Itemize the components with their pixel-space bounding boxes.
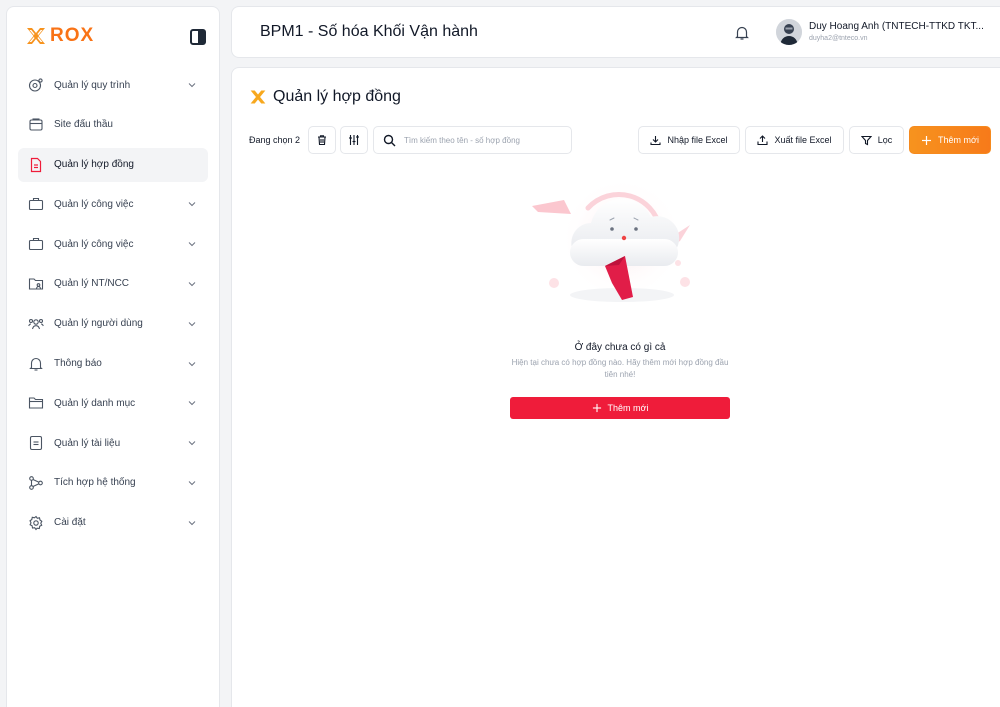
sidebar-item-hop-dong[interactable]: Quản lý hợp đồng (18, 147, 208, 182)
sidebar-item-cai-dat[interactable]: Cài đặt (18, 506, 208, 540)
import-excel-button[interactable]: Nhập file Excel (638, 126, 740, 154)
sidebar-item-danh-muc[interactable]: Quản lý danh mục (18, 386, 208, 420)
user-name: Duy Hoang Anh (TNTECH-TTKD TKT... (809, 21, 984, 32)
gear-icon (28, 515, 44, 531)
search-icon (383, 134, 396, 146)
filter-button[interactable]: Lọc (849, 126, 904, 154)
folder-user-icon (28, 276, 44, 292)
search-input[interactable] (404, 135, 564, 145)
chevron-down-icon (188, 202, 196, 207)
sidebar-item-nt-ncc[interactable]: Quản lý NT/NCC (18, 267, 208, 301)
add-new-label: Thêm mới (938, 135, 979, 145)
plus-icon (592, 403, 601, 413)
document-icon (28, 157, 44, 173)
sidebar-item-label: Quản lý tài liệu (54, 437, 121, 449)
upload-icon (757, 134, 769, 145)
briefcase-icon (28, 236, 44, 252)
sidebar: ROX Quản lý quy trình Site đấu thầu Quản… (6, 6, 220, 707)
plus-icon (922, 135, 932, 145)
sidebar-toggle-icon[interactable] (190, 29, 206, 45)
sidebar-item-tich-hop[interactable]: Tích hợp hệ thống (18, 466, 208, 500)
sidebar-item-label: Site đấu thầu (54, 119, 113, 131)
notification-bell-icon[interactable] (734, 25, 750, 41)
import-excel-label: Nhập file Excel (667, 135, 728, 145)
chevron-down-icon (188, 282, 196, 287)
add-new-button[interactable]: Thêm mới (909, 126, 991, 154)
chevron-down-icon (188, 242, 196, 247)
integration-icon (28, 475, 44, 491)
export-excel-button[interactable]: Xuất file Excel (745, 126, 844, 154)
chevron-down-icon (188, 321, 196, 326)
empty-add-new-label: Thêm mới (607, 403, 649, 413)
delete-button[interactable] (308, 126, 336, 154)
sidebar-item-label: Quản lý danh mục (54, 397, 136, 409)
section-title: Quản lý hợp đồng (249, 88, 401, 106)
sidebar-menu: Quản lý quy trình Site đấu thầu Quản lý … (7, 68, 219, 546)
logo-text: ROX (50, 25, 95, 46)
sidebar-item-label: Thông báo (54, 358, 102, 370)
page-title: BPM1 - Số hóa Khối Vận hành (260, 23, 478, 40)
filter-label: Lọc (877, 135, 893, 145)
sidebar-item-cong-viec-1[interactable]: Quản lý công việc (18, 187, 208, 221)
empty-cloud-illustration (532, 183, 690, 307)
settings-search-icon (28, 77, 44, 93)
column-settings-button[interactable] (340, 126, 368, 154)
bell-icon (28, 356, 44, 372)
search-box[interactable] (373, 126, 572, 154)
chevron-down-icon (188, 361, 196, 366)
user-email: duyha2@tnteco.vn (809, 35, 868, 42)
users-icon (28, 316, 44, 332)
logo[interactable]: ROX (25, 25, 94, 47)
folder-icon (28, 395, 44, 411)
sidebar-item-tai-lieu[interactable]: Quản lý tài liệu (18, 426, 208, 460)
window-icon (28, 117, 44, 133)
empty-title: Ở đây chưa có gì cả (574, 342, 666, 353)
top-header: BPM1 - Số hóa Khối Vận hành Duy Hoang An… (231, 6, 1000, 58)
sidebar-item-thong-bao[interactable]: Thông báo (18, 347, 208, 381)
sidebar-item-nguoi-dung[interactable]: Quản lý người dùng (18, 307, 208, 341)
chevron-down-icon (188, 520, 196, 525)
sidebar-item-label: Tích hợp hệ thống (54, 477, 136, 489)
download-icon (650, 135, 662, 145)
main-content: Quản lý hợp đồng Đang chọn 2 Nhập file E… (231, 67, 1000, 707)
sidebar-item-label: Quản lý hợp đồng (54, 159, 134, 171)
sidebar-item-label: Quản lý công việc (54, 238, 134, 250)
app-root: ROX Quản lý quy trình Site đấu thầu Quản… (0, 0, 1000, 707)
toolbar: Đang chọn 2 Nhập file Excel Xuất file Ex… (249, 126, 991, 154)
export-excel-label: Xuất file Excel (774, 135, 832, 145)
chevron-down-icon (188, 481, 196, 486)
avatar[interactable] (776, 19, 802, 45)
sidebar-item-label: Quản lý công việc (54, 198, 134, 210)
empty-description: Hiện tại chưa có hợp đồng nào. Hãy thêm … (511, 358, 729, 379)
section-title-text: Quản lý hợp đồng (273, 88, 401, 105)
chevron-down-icon (188, 401, 196, 406)
file-text-icon (28, 435, 44, 451)
sidebar-item-label: Quản lý NT/NCC (54, 278, 130, 290)
empty-add-new-button[interactable]: Thêm mới (510, 397, 730, 419)
filter-icon (860, 135, 872, 145)
sidebar-item-label: Cài đặt (54, 517, 86, 529)
sidebar-item-cong-viec-2[interactable]: Quản lý công việc (18, 227, 208, 261)
sidebar-item-quy-trinh[interactable]: Quản lý quy trình (18, 68, 208, 102)
briefcase-icon (28, 196, 44, 212)
rox-logo-icon (27, 28, 45, 44)
chevron-down-icon (188, 441, 196, 446)
sidebar-item-site-dau-thau[interactable]: Site đấu thầu (18, 108, 208, 142)
sidebar-item-label: Quản lý quy trình (54, 79, 131, 91)
trash-icon (318, 135, 326, 146)
chevron-down-icon (188, 83, 196, 88)
rox-mark-icon (250, 90, 266, 104)
selected-count: Đang chọn 2 (249, 135, 301, 145)
sliders-icon (349, 135, 359, 145)
sidebar-item-label: Quản lý người dùng (54, 318, 143, 330)
